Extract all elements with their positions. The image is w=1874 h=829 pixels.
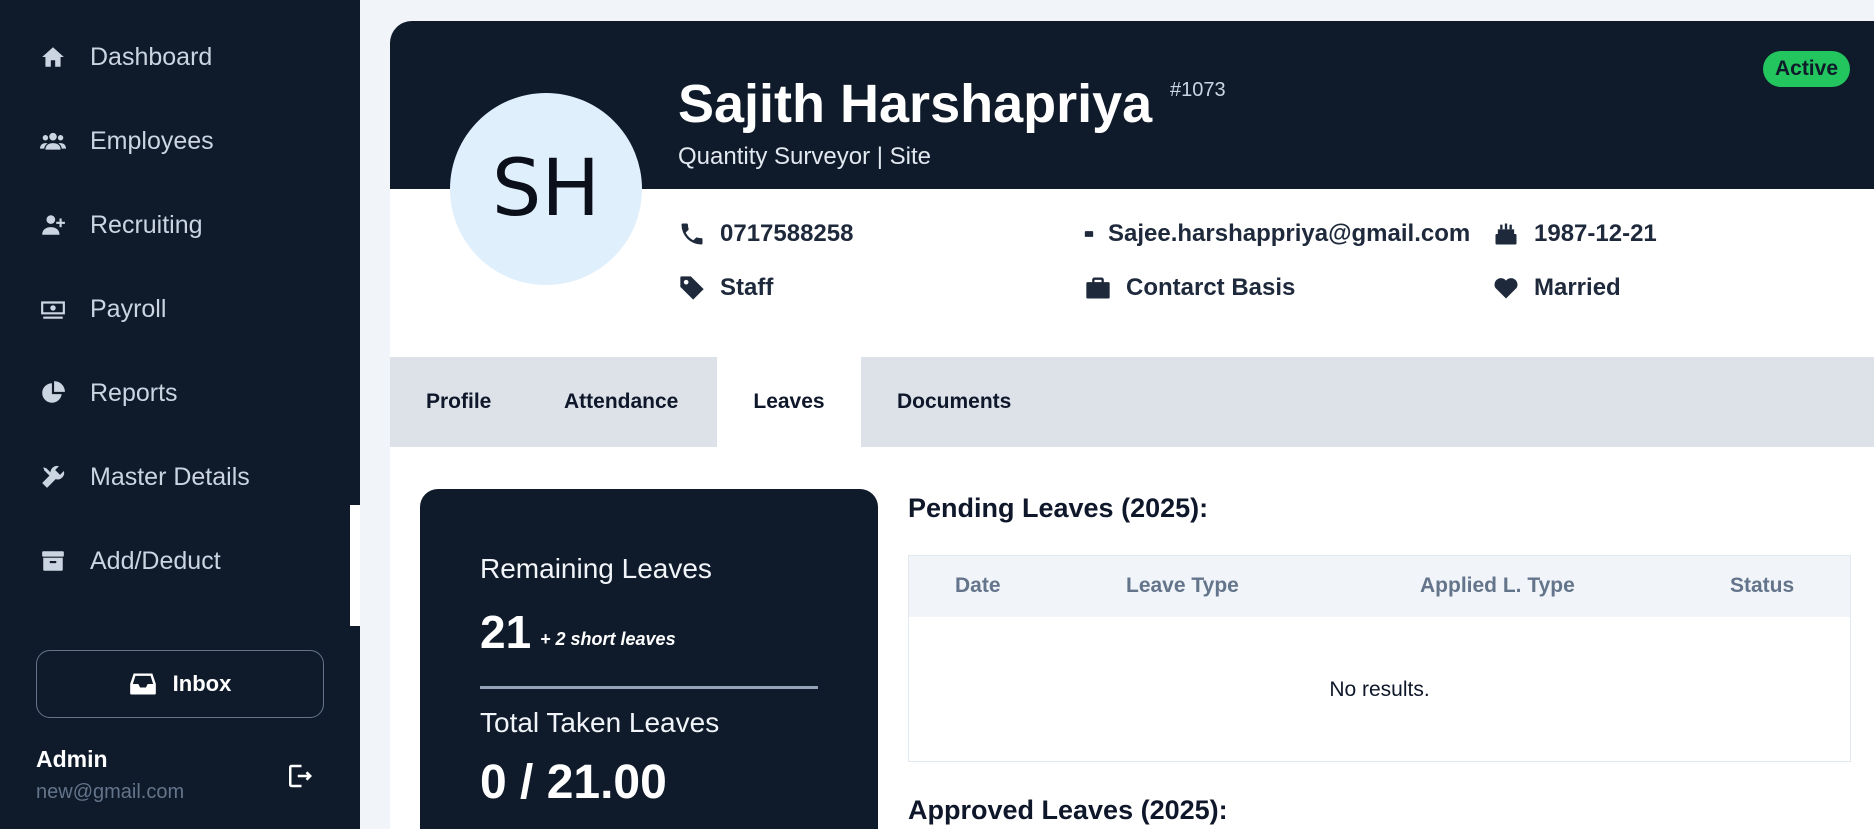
sidebar-item-label: Employees xyxy=(90,126,214,155)
user-email: new@gmail.com xyxy=(36,781,185,803)
sidebar-item-payroll[interactable]: Payroll xyxy=(40,289,166,329)
taken-leaves-value: 0 / 21.00 xyxy=(480,756,667,809)
sidebar-scrollbar-track xyxy=(350,505,360,626)
email-value: Sajee.harshappriya@gmail.com xyxy=(1108,220,1471,247)
sidebar-item-label: Payroll xyxy=(90,294,167,323)
sidebar-item-add-deduct[interactable]: Add/Deduct xyxy=(40,541,221,581)
employee-role: Quantity Surveyor | Site xyxy=(678,143,932,170)
table-header: Date Leave Type Applied L. Type Status xyxy=(909,556,1850,617)
avatar: SH xyxy=(450,93,642,285)
archive-icon xyxy=(42,551,64,571)
column-header[interactable]: Leave Type xyxy=(1126,574,1239,598)
category-value: Staff xyxy=(720,274,774,301)
user-name: Admin xyxy=(36,746,108,772)
tools-icon xyxy=(42,465,65,488)
column-header[interactable]: Status xyxy=(1730,574,1794,598)
tag-icon xyxy=(680,276,704,300)
logout-icon[interactable] xyxy=(284,761,314,791)
mail-icon xyxy=(1084,231,1094,237)
marital-status-info: Married xyxy=(1492,274,1621,302)
remaining-leaves-label: Remaining Leaves xyxy=(480,553,712,584)
email-info: Sajee.harshappriya@gmail.com xyxy=(1084,220,1470,248)
tab-leaves[interactable]: Leaves xyxy=(717,357,861,447)
pending-leaves-table: Date Leave Type Applied L. Type Status N… xyxy=(908,555,1851,762)
tab-bar: Profile Attendance Leaves Documents xyxy=(390,357,1874,447)
sidebar-scrollbar[interactable] xyxy=(350,0,360,505)
tab-profile[interactable]: Profile xyxy=(426,357,491,447)
briefcase-icon xyxy=(1086,277,1110,299)
sidebar-item-label: Master Details xyxy=(90,462,250,491)
sidebar-item-master-details[interactable]: Master Details xyxy=(40,457,250,497)
sidebar-item-label: Reports xyxy=(90,378,178,407)
users-icon xyxy=(40,132,66,150)
approved-leaves-title: Approved Leaves (2025): xyxy=(908,795,1228,825)
employee-name: Sajith Harshapriya xyxy=(678,74,1153,134)
heart-icon xyxy=(1494,278,1518,299)
category-info: Staff xyxy=(678,274,773,302)
column-header[interactable]: Applied L. Type xyxy=(1420,574,1575,598)
sidebar-item-reports[interactable]: Reports xyxy=(40,373,178,413)
sidebar-item-dashboard[interactable]: Dashboard xyxy=(40,37,212,77)
phone-info: 0717588258 xyxy=(678,220,853,248)
cake-icon xyxy=(1495,223,1517,245)
sidebar-item-recruiting[interactable]: Recruiting xyxy=(40,205,203,245)
sidebar: Dashboard Employees Recruiting Payroll R… xyxy=(0,0,360,829)
money-icon xyxy=(41,301,65,319)
home-icon xyxy=(42,47,64,67)
column-header[interactable]: Date xyxy=(955,574,1001,598)
short-leaves-note: + 2 short leaves xyxy=(540,629,676,649)
employee-card: SH Sajith Harshapriya #1073 Quantity Sur… xyxy=(390,21,1874,829)
dob-value: 1987-12-21 xyxy=(1534,220,1657,247)
pie-chart-icon xyxy=(42,381,65,403)
inbox-button[interactable]: Inbox xyxy=(36,650,324,718)
employee-id: #1073 xyxy=(1170,79,1226,101)
phone-icon xyxy=(681,223,703,245)
summary-divider xyxy=(480,686,818,689)
sidebar-item-label: Recruiting xyxy=(90,210,203,239)
dob-info: 1987-12-21 xyxy=(1492,220,1657,248)
tab-documents[interactable]: Documents xyxy=(897,357,1011,447)
employment-type-value: Contarct Basis xyxy=(1126,274,1296,301)
phone-value: 0717588258 xyxy=(720,220,854,247)
inbox-icon xyxy=(129,673,156,695)
marital-status-value: Married xyxy=(1534,274,1621,301)
sidebar-item-label: Add/Deduct xyxy=(90,546,221,575)
inbox-label: Inbox xyxy=(172,671,232,696)
empty-state: No results. xyxy=(1329,678,1430,701)
remaining-leaves-value: 21 xyxy=(480,606,532,658)
taken-leaves-label: Total Taken Leaves xyxy=(480,707,720,738)
leave-summary: Remaining Leaves 21 + 2 short leaves Tot… xyxy=(420,489,878,829)
sidebar-item-label: Dashboard xyxy=(90,42,213,71)
pending-leaves-title: Pending Leaves (2025): xyxy=(908,493,1209,523)
user-plus-icon xyxy=(42,215,65,235)
status-badge: Active xyxy=(1762,51,1850,87)
tab-attendance[interactable]: Attendance xyxy=(564,357,678,447)
sidebar-item-employees[interactable]: Employees xyxy=(40,121,214,161)
employment-type-info: Contarct Basis xyxy=(1084,274,1295,302)
